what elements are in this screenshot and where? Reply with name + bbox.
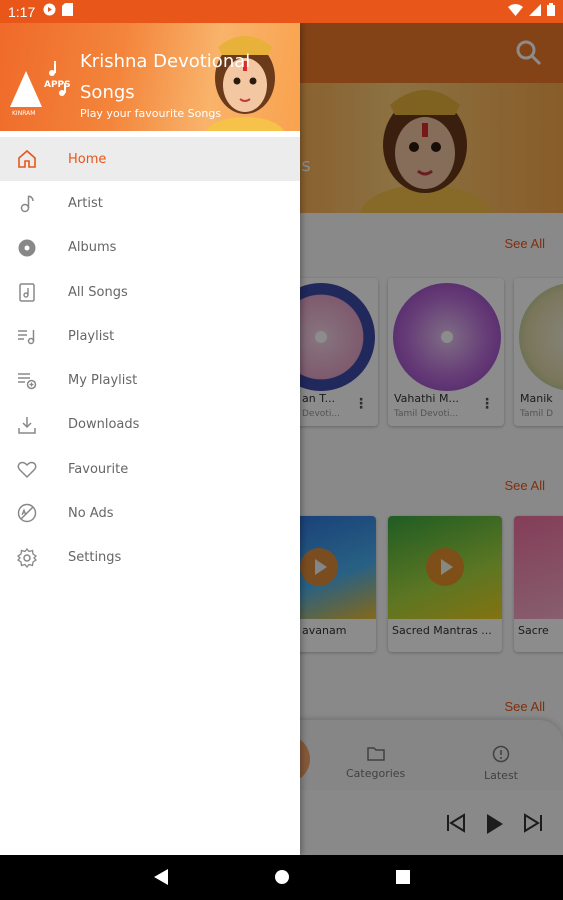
- menu-item-artist[interactable]: Artist: [0, 181, 300, 225]
- signal-icon: [529, 3, 541, 20]
- menu-item-downloads[interactable]: Downloads: [0, 403, 300, 447]
- all-songs-icon: [16, 281, 38, 303]
- recents-icon[interactable]: [395, 868, 411, 890]
- albums-icon: [16, 237, 38, 259]
- app-logo: APPS KINRAM: [10, 61, 70, 117]
- menu-label: Favourite: [68, 461, 129, 477]
- settings-icon: [16, 547, 38, 569]
- navigation-drawer: APPS KINRAM Krishna Devotional Songs Pla…: [0, 23, 300, 855]
- menu-item-no-ads[interactable]: No Ads: [0, 491, 300, 535]
- playlist-icon: [16, 325, 38, 347]
- home-button-icon[interactable]: [274, 868, 290, 890]
- app-subtitle: Play your favourite Songs: [80, 107, 222, 120]
- menu-item-all-songs[interactable]: All Songs: [0, 270, 300, 314]
- menu-label: Albums: [68, 240, 117, 256]
- menu-item-albums[interactable]: Albums: [0, 226, 300, 270]
- menu-item-settings[interactable]: Settings: [0, 536, 300, 580]
- home-icon: [16, 148, 38, 170]
- drawer-menu: Home Artist Albums All Songs Playlist My…: [0, 137, 300, 580]
- menu-label: My Playlist: [68, 373, 138, 389]
- status-time: 1:17: [8, 3, 36, 20]
- my-playlist-icon: [16, 369, 38, 391]
- app-notification-icon: [43, 3, 56, 20]
- menu-label: Downloads: [68, 417, 140, 433]
- menu-item-playlist[interactable]: Playlist: [0, 314, 300, 358]
- no-ads-icon: [16, 502, 38, 524]
- battery-icon: [547, 3, 555, 20]
- status-bar: 1:17: [0, 0, 563, 23]
- menu-item-my-playlist[interactable]: My Playlist: [0, 358, 300, 402]
- favourite-icon: [16, 458, 38, 480]
- logo-brand: KINRAM: [12, 110, 35, 117]
- menu-label: All Songs: [68, 284, 128, 300]
- drawer-header: APPS KINRAM Krishna Devotional Songs Pla…: [0, 23, 300, 131]
- downloads-icon: [16, 414, 38, 436]
- menu-item-home[interactable]: Home: [0, 137, 300, 182]
- menu-label: Settings: [68, 550, 122, 566]
- menu-label: Home: [68, 151, 107, 167]
- logo-text: APPS: [44, 80, 70, 90]
- back-icon[interactable]: [153, 868, 169, 890]
- sd-card-icon: [62, 3, 74, 20]
- system-navigation-bar: [0, 855, 563, 900]
- wifi-icon: [508, 3, 523, 20]
- artist-icon: [16, 192, 38, 214]
- menu-label: Artist: [68, 195, 103, 211]
- menu-item-favourite[interactable]: Favourite: [0, 447, 300, 491]
- app-title: Krishna Devotional Songs: [80, 51, 251, 103]
- menu-label: Playlist: [68, 328, 115, 344]
- menu-label: No Ads: [68, 506, 114, 522]
